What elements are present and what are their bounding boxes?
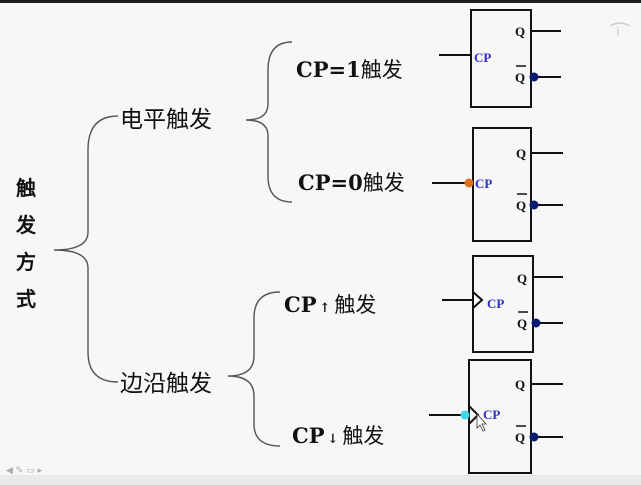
ff1-qbar-bubble	[529, 72, 539, 82]
diagram-svg: CP CP CP CP Q Q Q Q Q Q Q Q	[53, 9, 563, 474]
ff4-q-label: Q	[515, 377, 525, 392]
ff2-qbar-label: Q	[516, 198, 526, 213]
ff3-cp-label: CP	[487, 296, 504, 311]
ff1-q-label: Q	[515, 24, 525, 39]
root-brace	[53, 115, 119, 383]
level-brace	[245, 41, 293, 203]
ff2-cp-label: CP	[475, 176, 492, 191]
brand-logo-icon: ⁱ͡	[616, 24, 620, 49]
ff3-qbar-label: Q	[517, 316, 527, 331]
ff1-qbar-label: Q	[515, 70, 525, 85]
ff3-qbar-bubble	[531, 318, 541, 328]
ff4-qbar-bubble	[529, 432, 539, 442]
ff4-qbar-label: Q	[515, 430, 525, 445]
ff2-cp-low-active-bubble	[464, 178, 474, 188]
ff3-q-label: Q	[517, 271, 527, 286]
ff4-cp-label: CP	[483, 407, 500, 422]
ff2-q-label: Q	[516, 146, 526, 161]
edge-brace	[227, 291, 281, 447]
ff1-cp-label: CP	[474, 50, 491, 65]
ff4-cp-falling-bubble	[460, 410, 470, 420]
slide-toolbar-icons[interactable]: ◀ ✎ ▭ ▸	[6, 466, 42, 476]
ff2-qbar-bubble	[529, 200, 539, 210]
